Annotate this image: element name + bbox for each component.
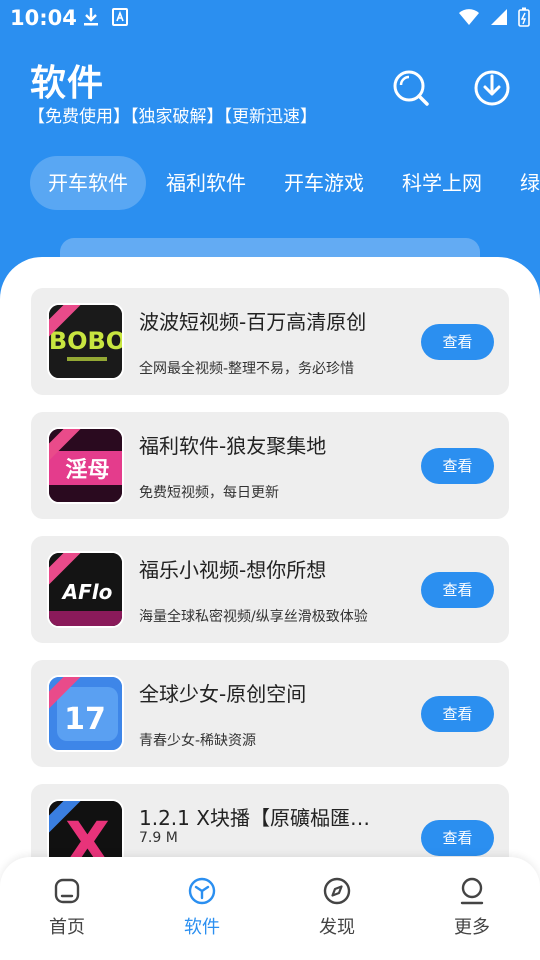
app-name: 福利软件-狼友聚集地 xyxy=(139,434,327,458)
bottom-nav: 首页 软件 发现 更多 xyxy=(0,857,540,960)
app-icon: 淫母 xyxy=(47,427,124,504)
nav-home-label: 首页 xyxy=(49,917,85,938)
tab-more[interactable]: 绿 xyxy=(502,156,540,210)
app-desc: 青春少女-稀缺资源 xyxy=(139,733,257,749)
view-button[interactable]: 查看 xyxy=(421,696,494,732)
nav-discover[interactable]: 发现 xyxy=(297,877,377,939)
list-item[interactable]: 17 全球少女-原创空间 青春少女-稀缺资源 查看 xyxy=(31,660,509,767)
nav-software[interactable]: 软件 xyxy=(162,877,242,939)
app-name: 全球少女-原创空间 xyxy=(139,682,307,706)
page-title: 软件 xyxy=(30,63,105,104)
status-bar: 10:04 xyxy=(0,0,540,36)
wifi-icon xyxy=(459,9,479,25)
nav-discover-label: 发现 xyxy=(319,917,355,938)
home-icon xyxy=(54,878,80,904)
app-desc: 全网最全视频-整理不易，务必珍惜 xyxy=(139,361,355,377)
tab-drive-games[interactable]: 开车游戏 xyxy=(266,156,382,210)
app-desc: 海量全球私密视频/纵享丝滑极致体验 xyxy=(139,609,368,625)
tab-drive-apps[interactable]: 开车软件 xyxy=(30,156,146,210)
nav-more[interactable]: 更多 xyxy=(432,877,512,939)
app-list: BOBO 波波短视频-百万高清原创 全网最全视频-整理不易，务必珍惜 查看 淫母… xyxy=(0,257,540,960)
view-button[interactable]: 查看 xyxy=(421,572,494,608)
nav-software-label: 软件 xyxy=(184,917,220,938)
svg-text:BOBO: BOBO xyxy=(49,327,124,355)
app-size: 7.9 M xyxy=(139,830,178,846)
list-item[interactable]: BOBO 波波短视频-百万高清原创 全网最全视频-整理不易，务必珍惜 查看 xyxy=(31,288,509,395)
search-icon xyxy=(393,70,429,106)
app-icon: AFlo xyxy=(47,551,124,628)
app-desc: 免费短视频，每日更新 xyxy=(139,485,279,501)
view-button[interactable]: 查看 xyxy=(421,324,494,360)
view-button[interactable]: 查看 xyxy=(421,820,494,856)
view-button[interactable]: 查看 xyxy=(421,448,494,484)
download-status-icon xyxy=(84,8,98,26)
svg-text:AFlo: AFlo xyxy=(61,580,113,604)
cube-icon xyxy=(188,877,216,905)
page-subtitle: 【免费使用】【独家破解】【更新迅速】 xyxy=(28,107,317,127)
tab-welfare-apps[interactable]: 福利软件 xyxy=(148,156,264,210)
download-button[interactable] xyxy=(472,68,512,108)
app-name: 福乐小视频-想你所想 xyxy=(139,558,327,582)
list-item[interactable]: 淫母 福利软件-狼友聚集地 免费短视频，每日更新 查看 xyxy=(31,412,509,519)
signal-icon xyxy=(491,9,507,25)
search-button[interactable] xyxy=(391,68,431,108)
nav-home[interactable]: 首页 xyxy=(27,877,107,939)
app-status-icon xyxy=(112,8,128,26)
download-icon xyxy=(474,70,510,106)
status-time: 10:04 xyxy=(10,6,77,30)
list-item[interactable]: AFlo 福乐小视频-想你所想 海量全球私密视频/纵享丝滑极致体验 查看 xyxy=(31,536,509,643)
nav-more-label: 更多 xyxy=(454,917,490,938)
app-name: 波波短视频-百万高清原创 xyxy=(139,310,367,334)
battery-icon xyxy=(518,7,530,27)
svg-text:淫母: 淫母 xyxy=(65,458,109,483)
app-icon: BOBO xyxy=(47,303,124,380)
person-icon xyxy=(460,877,484,905)
svg-text:17: 17 xyxy=(64,702,106,737)
tab-vpn[interactable]: 科学上网 xyxy=(384,156,500,210)
compass-icon xyxy=(323,877,351,905)
app-name: 1.2.1 X块播【原礦榀匯】… xyxy=(139,806,389,830)
category-tabs: 开车软件 福利软件 开车游戏 科学上网 绿 xyxy=(30,156,540,210)
app-icon: 17 xyxy=(47,675,124,752)
